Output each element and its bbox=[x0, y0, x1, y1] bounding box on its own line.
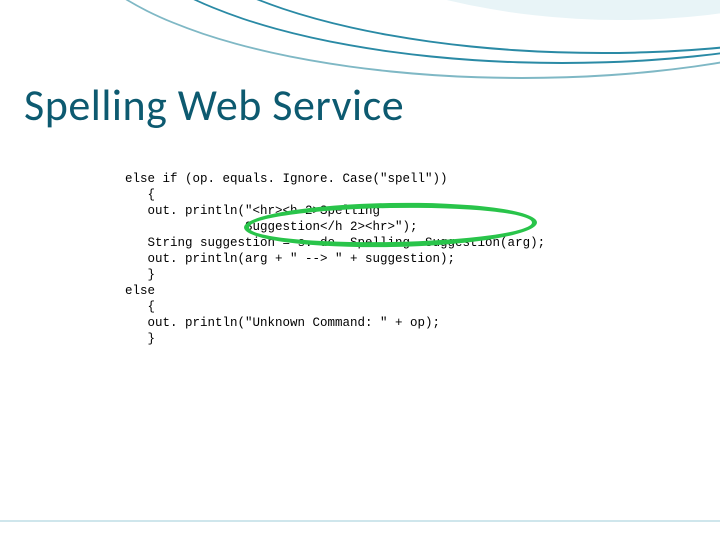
code-line: { bbox=[125, 300, 155, 314]
code-line: else bbox=[125, 284, 155, 298]
code-line: } bbox=[125, 268, 155, 282]
code-line: } bbox=[125, 332, 155, 346]
code-block: else if (op. equals. Ignore. Case("spell… bbox=[125, 155, 545, 347]
code-line: out. println(arg + " --> " + suggestion)… bbox=[125, 252, 455, 266]
page-title: Spelling Web Service bbox=[24, 78, 404, 132]
code-line: else if (op. equals. Ignore. Case("spell… bbox=[125, 172, 448, 186]
footer-divider bbox=[0, 520, 720, 522]
code-line: out. println("Unknown Command: " + op); bbox=[125, 316, 440, 330]
code-line: { bbox=[125, 188, 155, 202]
